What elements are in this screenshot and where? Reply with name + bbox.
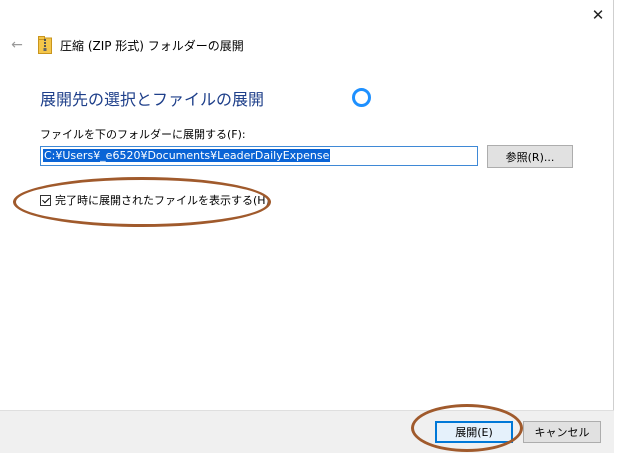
- show-files-option[interactable]: 完了時に展開されたファイルを表示する(H): [40, 192, 270, 208]
- page-title: 展開先の選択とファイルの展開: [40, 90, 265, 109]
- destination-path-input[interactable]: C:¥Users¥_e6520¥Documents¥LeaderDailyExp…: [40, 146, 478, 166]
- cancel-button[interactable]: キャンセル: [523, 421, 601, 443]
- back-arrow-icon: ←: [11, 37, 23, 53]
- destination-label: ファイルを下のフォルダーに展開する(F):: [40, 128, 246, 141]
- show-files-checkbox[interactable]: [40, 194, 51, 206]
- browse-button[interactable]: 参照(R)...: [487, 145, 573, 168]
- show-files-label: 完了時に展開されたファイルを表示する(H): [55, 194, 270, 207]
- close-button[interactable]: ✕: [580, 0, 616, 30]
- close-icon: ✕: [591, 6, 605, 24]
- zip-folder-icon: [38, 36, 52, 54]
- destination-path-value: C:¥Users¥_e6520¥Documents¥LeaderDailyExp…: [43, 149, 331, 162]
- back-button[interactable]: ←: [6, 36, 28, 54]
- extract-button[interactable]: 展開(E): [435, 421, 513, 443]
- loading-spinner-icon: [352, 88, 371, 107]
- window-frame: [0, 0, 614, 453]
- dialog-footer: [0, 410, 614, 453]
- window-title: 圧縮 (ZIP 形式) フォルダーの展開: [60, 39, 244, 53]
